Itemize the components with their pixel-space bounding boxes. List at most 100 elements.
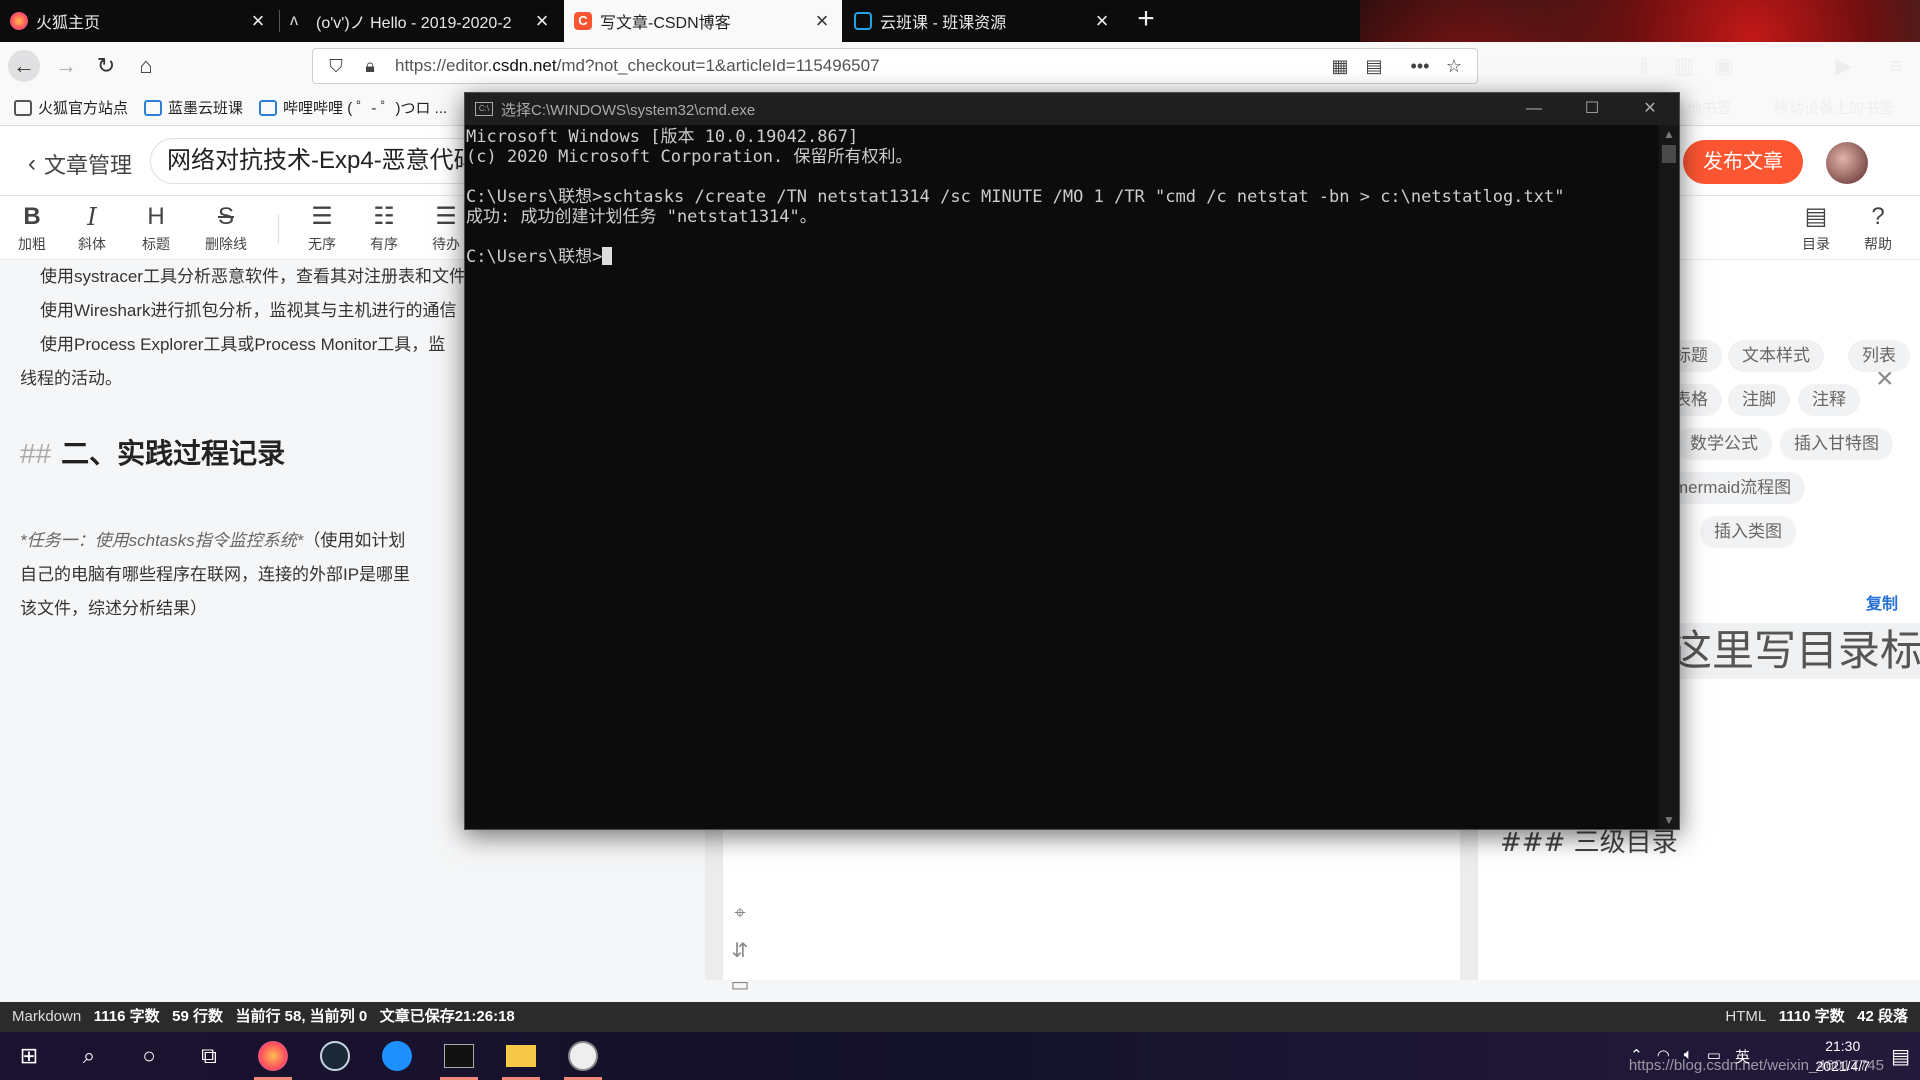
bookmark-mobile[interactable]: 移动设备上的书签 xyxy=(1774,97,1894,118)
clock-time: 21:30 xyxy=(1825,1038,1861,1054)
close-icon[interactable]: × xyxy=(812,8,832,34)
article-manage-link[interactable]: ‹ 文章管理 xyxy=(28,148,132,180)
taskbar-cmd[interactable] xyxy=(432,1032,486,1080)
reader-view-icon[interactable]: ▤ xyxy=(1361,53,1387,79)
sidebar-icon[interactable]: ▥ xyxy=(1668,50,1700,82)
cmd-titlebar[interactable]: C:\ 选择C:\WINDOWS\system32\cmd.exe — ☐ ✕ xyxy=(465,93,1679,125)
account-icon[interactable]: ◉ xyxy=(1708,50,1740,82)
toolbar-divider xyxy=(278,214,279,244)
help-chip-text-style[interactable]: 文本样式 xyxy=(1728,340,1824,372)
lock-icon[interactable]: 🔒︎ xyxy=(357,53,383,79)
toc-button[interactable]: ▤ 目录 xyxy=(1788,200,1844,254)
tab-title: 云班课 - 班课资源 xyxy=(880,15,1007,32)
search-icon: ⌕ xyxy=(82,1043,96,1068)
extension-icon[interactable]: ▶ xyxy=(1828,50,1860,82)
folder-icon xyxy=(14,99,32,116)
copy-button[interactable]: 复制 xyxy=(1866,590,1898,614)
firefox-icon xyxy=(258,1041,288,1071)
more-actions-icon[interactable]: ••• xyxy=(1407,53,1433,79)
bookmark-mosoteach[interactable]: 蓝墨云班课 xyxy=(144,97,243,118)
help-chip-class-diagram[interactable]: 插入类图 xyxy=(1700,516,1796,548)
library-icon[interactable]: ‖ xyxy=(1628,50,1660,82)
home-icon: ⌂ xyxy=(139,53,153,78)
help-chip-mermaid[interactable]: mermaid流程图 xyxy=(1660,472,1806,504)
bookmark-label: 移动设备上的书签 xyxy=(1774,100,1895,117)
close-button[interactable]: ✕ xyxy=(1621,93,1679,125)
console-line: C:\Users\联想>schtasks /create /TN netstat… xyxy=(466,187,1565,207)
word-count: 1116 字数 xyxy=(93,1008,160,1025)
notification-icon[interactable]: ▤ xyxy=(1891,1044,1910,1069)
cortana-button[interactable]: ○ xyxy=(122,1032,176,1080)
home-button[interactable]: ⌂ xyxy=(130,50,162,82)
taskbar-file-explorer[interactable] xyxy=(494,1032,548,1080)
taskbar-clock-app[interactable] xyxy=(556,1032,610,1080)
taskbar-firefox[interactable] xyxy=(246,1032,300,1080)
preview-toggle-icon[interactable]: ▭ xyxy=(728,972,752,996)
scrollbar-thumb[interactable] xyxy=(1662,145,1676,163)
bookmark-star-icon[interactable]: ☆ xyxy=(1441,53,1467,79)
reload-button[interactable]: ↻ xyxy=(90,50,122,82)
close-icon[interactable]: × xyxy=(532,8,552,34)
content-text: （使用如计划 xyxy=(303,531,406,550)
help-chip-math[interactable]: 数学公式 xyxy=(1676,428,1772,460)
chevron-up-icon[interactable]: ▲ xyxy=(1659,127,1679,141)
tv-icon xyxy=(259,99,278,116)
shield-icon[interactable]: ⛉ xyxy=(323,53,349,79)
help-chip-gantt[interactable]: 插入甘特图 xyxy=(1780,428,1893,460)
sync-scroll-icon[interactable]: ⇵ xyxy=(728,938,752,962)
menu-icon[interactable]: ≡ xyxy=(1880,50,1912,82)
strikethrough-button[interactable]: S 删除线 xyxy=(198,200,254,254)
url-prefix: https://editor. xyxy=(395,56,493,75)
url-text[interactable]: https://editor.csdn.net/md?not_checkout=… xyxy=(383,56,1319,76)
bold-button[interactable]: B 加粗 xyxy=(4,200,60,254)
qr-code-icon[interactable]: ▦ xyxy=(1327,53,1353,79)
help-chip-footnote[interactable]: 注脚 xyxy=(1728,384,1790,416)
console-output[interactable]: Microsoft Windows [版本 10.0.19042.867] (c)… xyxy=(465,125,1659,829)
start-button[interactable]: ⊞ xyxy=(2,1032,56,1080)
url-bar[interactable]: ⛉ 🔒︎ https://editor.csdn.net/md?not_chec… xyxy=(312,48,1478,84)
tab-firefox-home[interactable]: 火狐主页 × xyxy=(0,0,278,42)
heading-icon: H xyxy=(147,203,165,230)
close-icon[interactable]: × xyxy=(248,8,268,34)
publish-button[interactable]: 发布文章 xyxy=(1683,140,1803,184)
chevron-left-icon: ‹ xyxy=(28,150,36,177)
arrow-left-icon: ← xyxy=(13,53,35,78)
minimize-button[interactable]: — xyxy=(1505,93,1563,125)
tab-title: (o'v')ノ Hello - 2019-2020-2 xyxy=(316,15,512,32)
tab-hello[interactable]: ʌ (o'v')ノ Hello - 2019-2020-2 × xyxy=(280,0,562,42)
ordered-list-button[interactable]: ☷ 有序 xyxy=(356,200,412,254)
taskbar-steam[interactable] xyxy=(308,1032,362,1080)
task-view-button[interactable]: ⧉ xyxy=(182,1032,236,1080)
cmd-title: 选择C:\WINDOWS\system32\cmd.exe xyxy=(501,101,756,119)
help-chip-comment[interactable]: 注释 xyxy=(1798,384,1860,416)
taskbar-app-blue[interactable] xyxy=(370,1032,424,1080)
cursor-position: 当前行 58, 当前列 0 xyxy=(235,1008,368,1025)
forward-button[interactable]: → xyxy=(50,50,82,82)
folder-icon xyxy=(506,1045,536,1067)
back-button[interactable]: ← xyxy=(8,50,40,82)
chevron-down-icon[interactable]: ▼ xyxy=(1659,813,1679,827)
bookmark-other[interactable]: 其他书签 xyxy=(1672,97,1732,118)
italic-button[interactable]: I 斜体 xyxy=(64,200,120,254)
bookmark-bilibili[interactable]: 哔哩哔哩 ( ゜- ゜)つロ ... xyxy=(259,97,447,118)
locate-icon[interactable]: ⌖ xyxy=(728,902,752,926)
bookmark-firefox-site[interactable]: 火狐官方站点 xyxy=(14,97,128,118)
tab-csdn-write[interactable]: C 写文章-CSDN博客 × xyxy=(564,0,842,42)
cmd-window[interactable]: C:\ 选择C:\WINDOWS\system32\cmd.exe — ☐ ✕ … xyxy=(464,92,1680,830)
tab-mosoteach[interactable]: 云班课 - 班课资源 × xyxy=(844,0,1122,42)
help-button[interactable]: ? 帮助 xyxy=(1850,200,1906,254)
new-tab-button[interactable]: + xyxy=(1130,4,1162,36)
search-button[interactable]: ⌕ xyxy=(62,1032,116,1080)
text-cursor xyxy=(602,247,613,265)
help-chip-list[interactable]: 列表 xyxy=(1848,340,1910,372)
maximize-button[interactable]: ☐ xyxy=(1563,93,1621,125)
cmd-scrollbar[interactable]: ▲ ▼ xyxy=(1659,125,1679,829)
save-status: 文章已保存21:26:18 xyxy=(379,1008,515,1025)
heading-text: 二、实践过程记录 xyxy=(61,438,286,469)
heading-button[interactable]: H 标题 xyxy=(128,200,184,254)
unordered-list-button[interactable]: ☰ 无序 xyxy=(294,200,350,254)
tab-title: 写文章-CSDN博客 xyxy=(600,15,731,32)
avatar[interactable] xyxy=(1826,142,1868,184)
close-icon[interactable]: × xyxy=(1092,8,1112,34)
